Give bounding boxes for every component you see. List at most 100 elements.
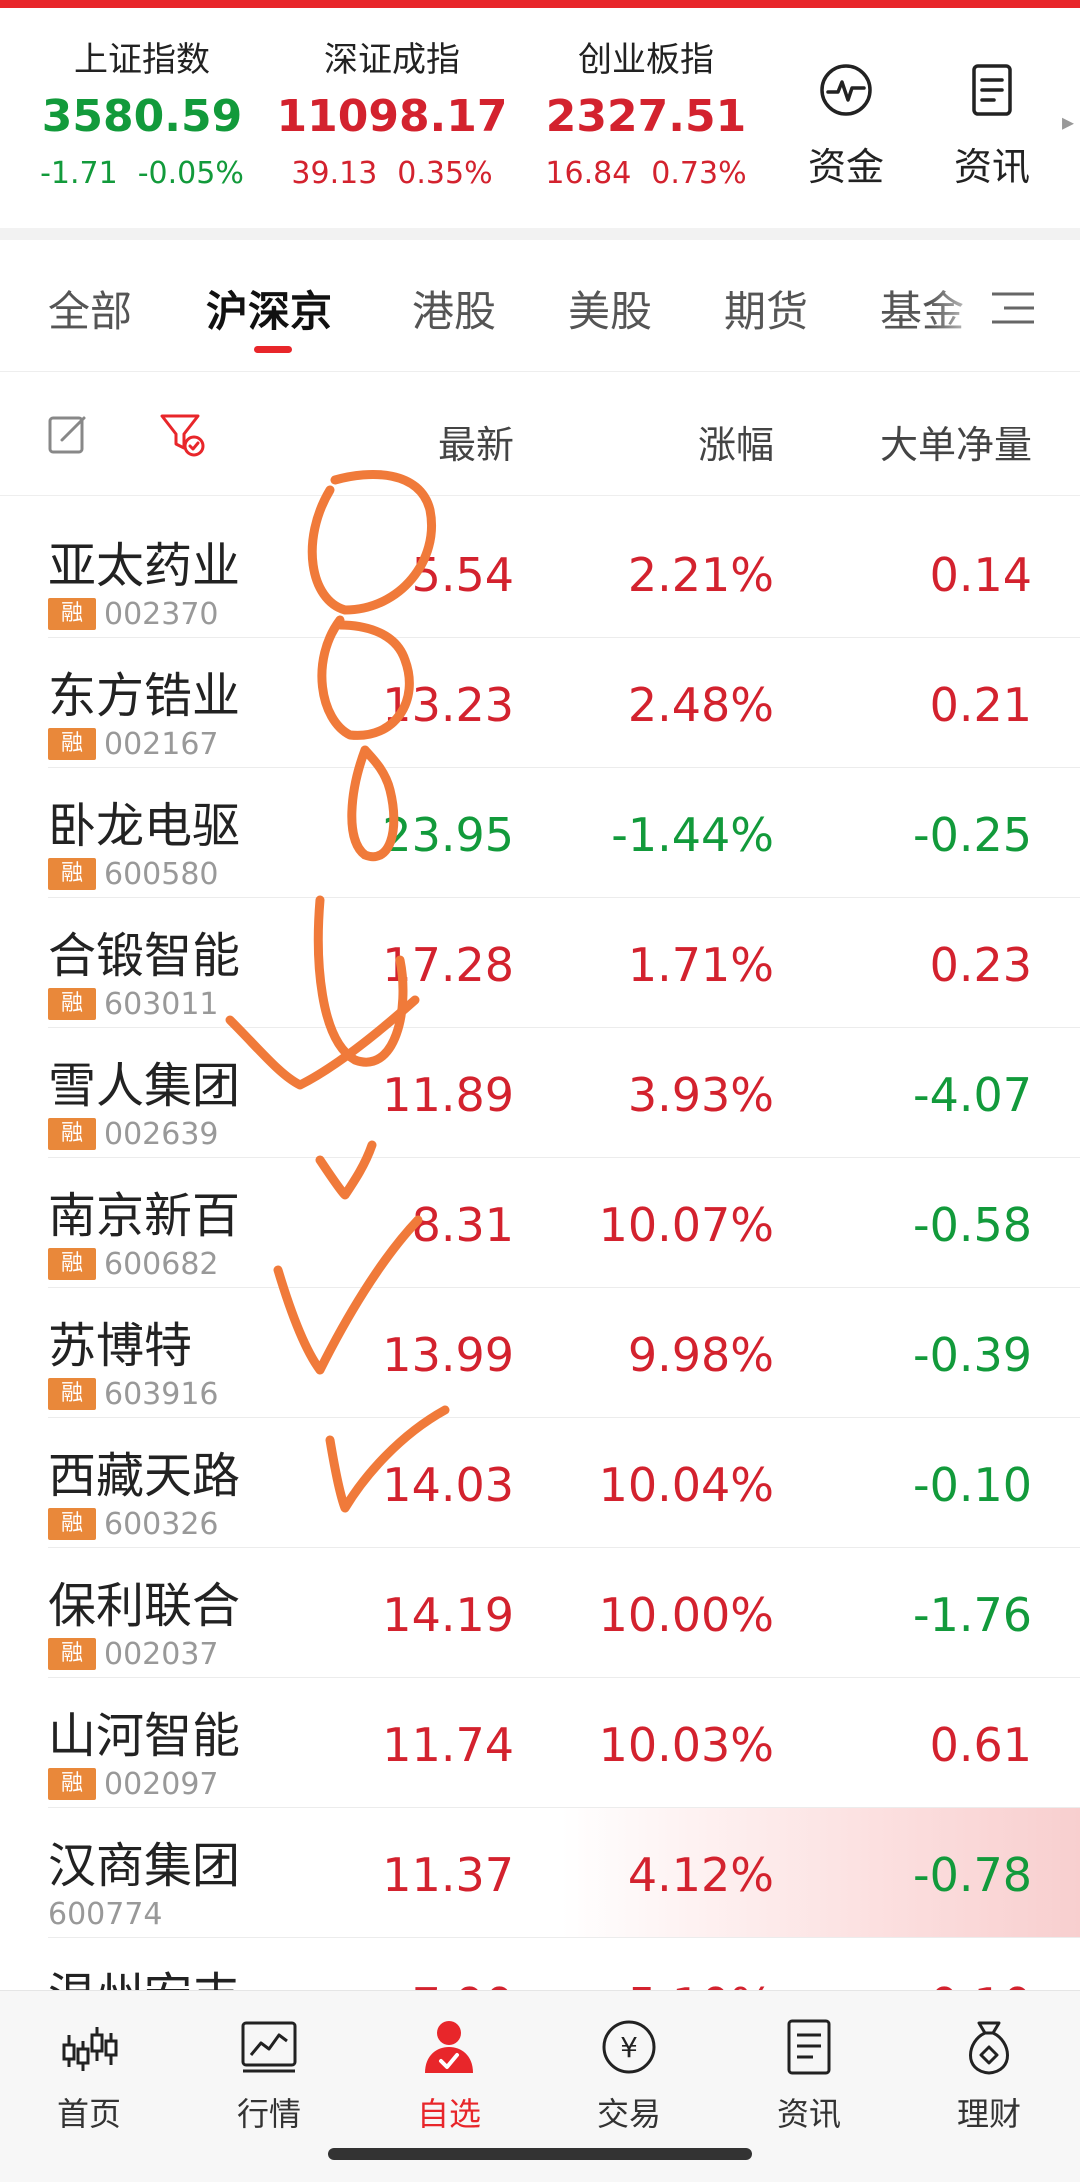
margin-trading-badge: 融: [48, 1248, 96, 1280]
tab-sh-sz-bj[interactable]: 沪深京: [206, 278, 332, 339]
stock-code-wrap: 融 603916: [48, 1376, 219, 1412]
stock-code: 603916: [104, 1376, 219, 1412]
yuan-coin-icon: ¥: [602, 2020, 656, 2074]
stock-code: 002370: [104, 596, 219, 632]
stock-code-wrap: 融 603011: [48, 987, 219, 1022]
index-changes: 39.13 0.35%: [262, 152, 522, 196]
stock-row[interactable]: 南京新百融 600682 8.31 10.07% -0.58: [0, 1158, 1080, 1288]
news-label: 资讯: [953, 145, 1030, 189]
document-icon: [787, 2019, 831, 2075]
money-bag-icon: [969, 2021, 1009, 2075]
chevron-right-icon[interactable]: ▸: [1062, 108, 1074, 136]
latest-price: 8.31: [411, 1198, 514, 1252]
stock-row[interactable]: 卧龙电驱融 600580 23.95 -1.44% -0.25: [0, 768, 1080, 898]
stock-row[interactable]: 苏博特融 603916 13.99 9.98% -0.39: [0, 1288, 1080, 1418]
stock-name: 南京新百: [48, 1188, 241, 1244]
latest-price: 14.19: [382, 1588, 514, 1642]
nav-home-label: 首页: [56, 2095, 121, 2133]
index-change-pct: 0.35%: [397, 156, 493, 191]
index-chinext[interactable]: 创业板指 2327.51 16.84 0.73%: [516, 38, 776, 196]
latest-price: 11.37: [382, 1848, 514, 1902]
index-name: 上证指数: [74, 40, 210, 80]
stock-code: 002639: [104, 1116, 219, 1152]
active-tab-indicator: [254, 346, 292, 353]
stock-name: 保利联合: [48, 1578, 241, 1634]
latest-price: 23.95: [382, 808, 514, 862]
market-tabs: 全部 沪深京 港股 美股 期货 基金: [0, 240, 1080, 372]
stock-code-wrap: 融 600682: [48, 1247, 219, 1282]
tab-all[interactable]: 全部: [48, 278, 132, 339]
index-change-pct: -0.05%: [137, 156, 244, 191]
margin-trading-badge: 融: [48, 1118, 96, 1150]
stock-name: 东方锆业: [48, 668, 241, 724]
large-order-net-flow: -0.78: [912, 1848, 1032, 1902]
index-changes: -1.71 -0.05%: [12, 152, 272, 196]
stock-name: 亚太药业: [48, 538, 241, 594]
stock-name: 合锻智能: [48, 928, 241, 984]
stock-row[interactable]: 东方锆业融 002167 13.23 2.48% 0.21: [0, 638, 1080, 768]
column-net-flow[interactable]: 大单净量: [880, 414, 1032, 469]
change-percent: 10.07%: [598, 1198, 774, 1252]
top-accent-bar: [0, 0, 1080, 8]
candlestick-icon: [62, 2027, 118, 2071]
stock-code: 002167: [104, 726, 219, 762]
tab-futures[interactable]: 期货: [724, 278, 808, 339]
stock-name: 温州宏丰: [48, 1956, 240, 1990]
change-percent: 5.10%: [628, 1978, 774, 1990]
nav-news[interactable]: 资讯: [734, 2017, 884, 2135]
stock-code-wrap: 融 002037: [48, 1637, 219, 1672]
stock-code-wrap: 融 002370: [48, 596, 219, 632]
latest-price: 11.74: [382, 1718, 514, 1772]
stock-row[interactable]: 汉商集团 600774 11.37 4.12% -0.78: [0, 1808, 1080, 1938]
stock-name: 山河智能: [48, 1708, 241, 1764]
edit-icon[interactable]: [46, 412, 90, 456]
stock-row[interactable]: 雪人集团融 002639 11.89 3.93% -4.07: [0, 1028, 1080, 1158]
large-order-net-flow: -0.58: [912, 1198, 1032, 1252]
margin-trading-badge: 融: [48, 598, 96, 630]
latest-price: 7.90: [412, 1978, 514, 1990]
menu-icon[interactable]: [990, 288, 1036, 328]
section-gap: [0, 228, 1080, 240]
nav-home[interactable]: 首页: [14, 2017, 164, 2135]
stock-code-wrap: 融 002097: [48, 1767, 219, 1802]
home-indicator[interactable]: [328, 2148, 752, 2160]
nav-trade-label: 交易: [596, 2095, 661, 2133]
stock-row[interactable]: 亚太药业融 002370 5.54 2.21% 0.14: [0, 508, 1080, 638]
tab-us-stocks[interactable]: 美股: [568, 278, 652, 339]
stock-name: 卧龙电驱: [48, 798, 241, 854]
large-order-net-flow: -0.10: [912, 1458, 1032, 1512]
stock-row[interactable]: 保利联合融 002037 14.19 10.00% -1.76: [0, 1548, 1080, 1678]
index-shanghai[interactable]: 上证指数 3580.59 -1.71 -0.05%: [12, 38, 272, 196]
capital-flow-button[interactable]: 资金: [786, 58, 906, 191]
change-percent: 2.21%: [627, 548, 774, 602]
change-percent: 10.03%: [598, 1718, 774, 1772]
nav-trade[interactable]: ¥ 交易: [554, 2017, 704, 2135]
column-change[interactable]: 涨幅: [698, 414, 774, 469]
tab-hk-stocks[interactable]: 港股: [412, 278, 496, 339]
stock-row[interactable]: 合锻智能融 603011 17.28 1.71% 0.23: [0, 898, 1080, 1028]
watchlist: 亚太药业融 002370 5.54 2.21% 0.14 东方锆业融 002167 13.23…: [0, 496, 1080, 1990]
stock-row[interactable]: 温州宏丰 7.90 5.10% 0.10: [0, 1938, 1080, 1990]
column-latest[interactable]: 最新: [438, 414, 514, 469]
chart-line-icon: [241, 2021, 297, 2073]
index-shenzhen[interactable]: 深证成指 11098.17 39.13 0.35%: [262, 38, 522, 196]
stock-row[interactable]: 西藏天路融 600326 14.03 10.04% -0.10: [0, 1418, 1080, 1548]
filter-check-icon[interactable]: [158, 410, 206, 458]
nav-watchlist[interactable]: 自选: [374, 2017, 524, 2135]
stock-row[interactable]: 山河智能融 002097 11.74 10.03% 0.61: [0, 1678, 1080, 1808]
nav-wealth[interactable]: 理财: [914, 2017, 1064, 2135]
latest-price: 14.03: [382, 1458, 514, 1512]
latest-price: 13.99: [382, 1328, 514, 1382]
index-value: 3580.59: [41, 91, 243, 142]
tab-fade: [930, 260, 990, 350]
news-button[interactable]: 资讯: [932, 58, 1052, 191]
stock-code: 600774: [48, 1896, 163, 1932]
stock-code-wrap: 融 600326: [48, 1506, 219, 1542]
latest-price: 11.89: [382, 1068, 514, 1122]
large-order-net-flow: 0.14: [929, 548, 1032, 602]
change-percent: -1.44%: [611, 808, 774, 862]
nav-market[interactable]: 行情: [194, 2017, 344, 2135]
stock-code: 600326: [104, 1506, 219, 1542]
nav-market-label: 行情: [236, 2095, 301, 2133]
index-value: 11098.17: [276, 91, 508, 142]
